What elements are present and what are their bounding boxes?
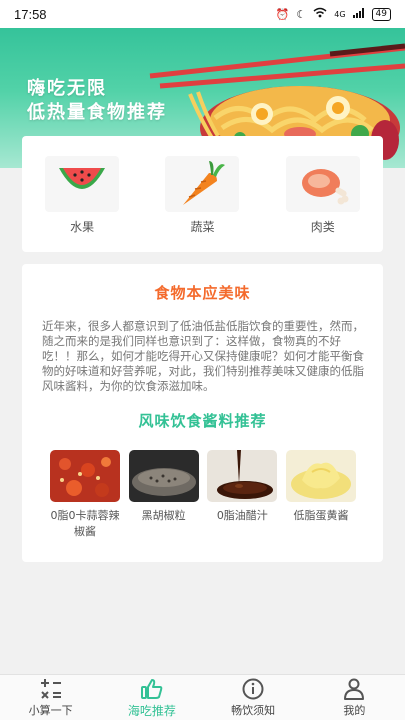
bottom-nav: 小算一下 海吃推荐 畅饮须知 我的 — [0, 674, 405, 720]
nav-label: 海吃推荐 — [127, 704, 176, 718]
signal-icon — [352, 7, 365, 21]
battery-icon: 49 — [371, 7, 391, 21]
info-icon — [241, 678, 265, 700]
nav-label: 畅饮须知 — [231, 704, 276, 717]
oil-vinegar-image — [207, 450, 278, 502]
sauce-item[interactable]: 黑胡椒粒 — [128, 450, 199, 540]
sauce-label: 低脂蛋黄酱 — [293, 509, 349, 522]
article-body: 近年来，很多人都意识到了低油低盐低脂饮食的重要性，然而，随之而来的是我们同样也意… — [42, 319, 364, 393]
sauce-item[interactable]: 0脂油醋汁 — [207, 450, 278, 540]
status-bar: 17:58 ⏰ ☾ 4G 49 — [0, 0, 405, 28]
category-card: 水果 蔬菜 肉类 — [22, 136, 383, 252]
sauce-label: 黑胡椒粒 — [141, 509, 186, 522]
category-label: 水果 — [70, 220, 95, 234]
thumbs-up-icon — [140, 678, 164, 700]
carrot-icon — [183, 161, 226, 205]
category-label: 蔬菜 — [190, 220, 215, 234]
sauce-label: 0脂油醋汁 — [216, 509, 268, 522]
sauce-item[interactable]: 0脂0卡蒜蓉辣椒酱 — [50, 450, 120, 540]
user-icon — [342, 678, 366, 700]
sauce-label: 0脂0卡蒜蓉辣椒酱 — [50, 509, 120, 538]
moon-icon: ☾ — [296, 7, 307, 21]
status-time: 17:58 — [14, 6, 47, 22]
calculator-icon — [39, 678, 63, 700]
meat-icon — [301, 169, 349, 205]
mayonnaise-image — [285, 450, 356, 502]
sauce-item[interactable]: 低脂蛋黄酱 — [285, 450, 356, 540]
banner-title: 嗨吃无限 — [27, 78, 107, 99]
nav-item-recommend[interactable]: 海吃推荐 — [101, 675, 202, 720]
nav-item-calculate[interactable]: 小算一下 — [0, 675, 101, 720]
sauce-list: 0脂0卡蒜蓉辣椒酱 黑胡椒粒 0脂油醋汁 低脂蛋黄酱 — [50, 450, 356, 540]
nav-label: 小算一下 — [28, 704, 73, 717]
nav-label: 我的 — [343, 704, 366, 717]
black-pepper-image — [128, 450, 199, 502]
category-vegetable[interactable]: 蔬菜 — [163, 156, 241, 252]
category-label: 肉类 — [310, 220, 335, 234]
category-meat[interactable]: 肉类 — [284, 156, 362, 252]
sauce-section-title: 风味饮食酱料推荐 — [138, 412, 267, 430]
nav-item-drink-info[interactable]: 畅饮须知 — [203, 675, 304, 720]
article-title: 食物本应美味 — [154, 284, 251, 302]
category-fruit[interactable]: 水果 — [43, 156, 121, 252]
watermelon-icon — [59, 168, 106, 189]
chili-sauce-image — [50, 450, 120, 502]
alarm-icon: ⏰ — [275, 7, 290, 21]
nav-item-mine[interactable]: 我的 — [304, 675, 405, 720]
signal-label: 4G — [334, 9, 346, 19]
article-card: 食物本应美味 近年来，很多人都意识到了低油低盐低脂饮食的重要性，然而，随之而来的… — [22, 264, 383, 562]
banner-subtitle: 低热量食物推荐 — [27, 102, 167, 123]
wifi-icon — [313, 7, 327, 21]
